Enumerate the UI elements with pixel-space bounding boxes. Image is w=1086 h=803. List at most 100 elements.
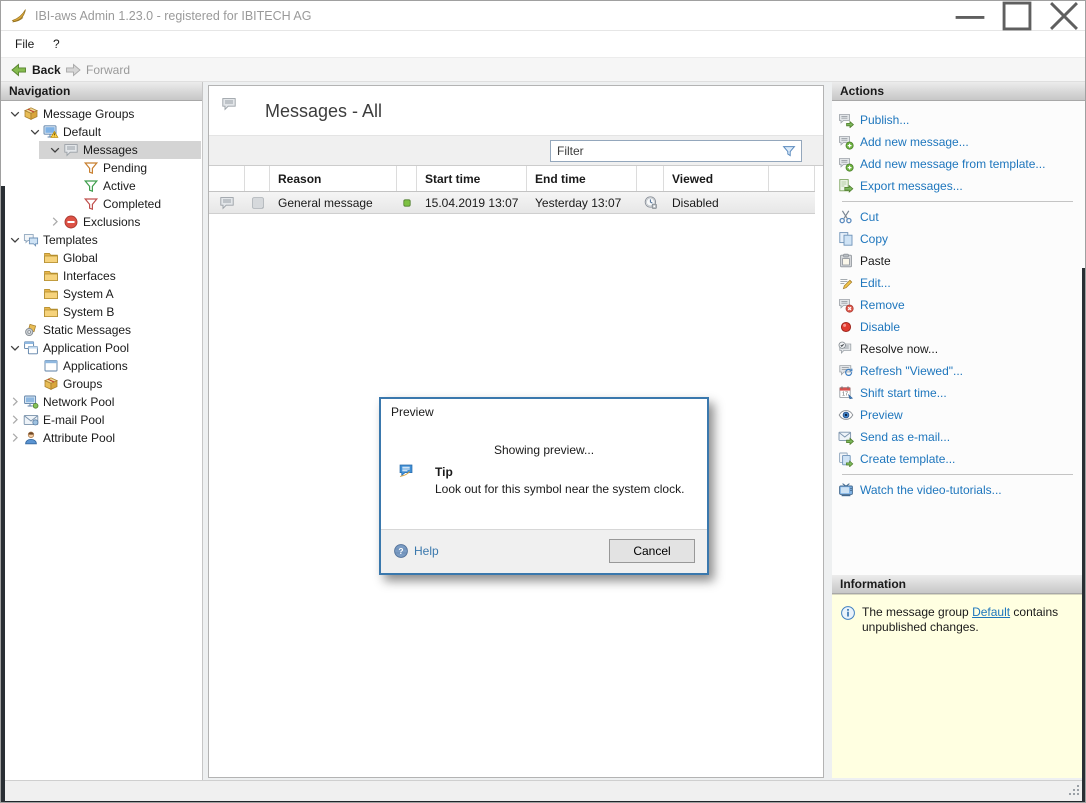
menu-file[interactable]: File (7, 31, 42, 57)
tree-item-system-b[interactable]: System B (1, 303, 201, 321)
tree-item-static-messages[interactable]: Static Messages (1, 321, 201, 339)
minus-circle-icon (63, 214, 79, 230)
tree-item-label: System A (63, 287, 114, 301)
back-button[interactable]: Back (7, 58, 65, 81)
tree-item-applications[interactable]: Applications (1, 357, 201, 375)
cancel-button[interactable]: Cancel (609, 539, 695, 563)
navigation-tree: Message Groups Default Messages (1, 105, 201, 447)
chevron-down-icon[interactable] (7, 340, 23, 356)
action-item-send-as-e-mail[interactable]: Send as e-mail... (832, 426, 1086, 448)
tree-item-network-pool[interactable]: Network Pool (1, 393, 201, 411)
tree-item-message-groups[interactable]: Message Groups (1, 105, 201, 123)
action-label: Add new message from template... (860, 157, 1045, 171)
action-item-refresh-viewed[interactable]: Refresh "Viewed"... (832, 360, 1086, 382)
help-globe-icon: ? (393, 543, 409, 559)
chevron-right-icon[interactable] (7, 394, 23, 410)
action-label: Shift start time... (860, 386, 947, 400)
table-row-general-message[interactable]: General message 15.04.2019 13:07 Yesterd… (209, 192, 815, 214)
tree-item-application-pool[interactable]: Application Pool (1, 339, 201, 357)
chevron-right-icon[interactable] (47, 214, 63, 230)
column-header-start-time[interactable]: Start time (417, 166, 527, 191)
calendar-shift-icon: 17 (838, 385, 854, 401)
tree-item-pending[interactable]: Pending (1, 159, 201, 177)
tree-item-groups[interactable]: Groups (1, 375, 201, 393)
tree-item-messages[interactable]: Messages (1, 141, 201, 159)
menu-help[interactable]: ? (45, 31, 68, 57)
help-label: Help (414, 544, 439, 558)
resize-grip-icon[interactable] (1066, 782, 1082, 798)
tree-item-attribute-pool[interactable]: Attribute Pool (1, 429, 201, 447)
action-item-paste[interactable]: Paste (832, 250, 1086, 272)
action-label: Watch the video-tutorials... (860, 483, 1002, 497)
action-item-export-messages[interactable]: Export messages... (832, 175, 1086, 197)
chevron-right-icon[interactable] (7, 412, 23, 428)
column-message-icon-spacer[interactable] (209, 166, 245, 191)
tree-item-e-mail-pool[interactable]: E-mail Pool (1, 411, 201, 429)
column-note-icon-spacer[interactable] (245, 166, 270, 191)
tree-item-templates[interactable]: Templates (1, 231, 201, 249)
folder-icon (43, 268, 59, 284)
action-label: Copy (860, 232, 888, 246)
tree-item-label: Attribute Pool (43, 431, 115, 445)
tree-item-active[interactable]: Active (1, 177, 201, 195)
win-minimize-icon[interactable] (947, 1, 993, 31)
action-item-remove[interactable]: Remove (832, 294, 1086, 316)
forward-button[interactable]: Forward (61, 58, 134, 81)
eye-preview-icon (838, 407, 854, 423)
action-item-resolve-now[interactable]: Resolve now... (832, 338, 1086, 360)
chevron-right-icon[interactable] (7, 430, 23, 446)
action-separator (832, 197, 1086, 206)
column-viewed-icon-spacer[interactable] (637, 166, 664, 191)
action-item-create-template[interactable]: Create template... (832, 448, 1086, 470)
action-item-cut[interactable]: Cut (832, 206, 1086, 228)
chevron-down-icon[interactable] (27, 124, 43, 140)
win-maximize-icon[interactable] (994, 1, 1040, 31)
action-label: Refresh "Viewed"... (860, 364, 963, 378)
tree-item-exclusions[interactable]: Exclusions (1, 213, 201, 231)
action-item-shift-start-time[interactable]: 17 Shift start time... (832, 382, 1086, 404)
tree-item-default[interactable]: Default (1, 123, 201, 141)
right-dock-edge (1082, 268, 1086, 803)
table-body: General message 15.04.2019 13:07 Yesterd… (209, 192, 815, 214)
column-status-spacer[interactable] (397, 166, 417, 191)
tree-item-global[interactable]: Global (1, 249, 201, 267)
tree-item-label: Static Messages (43, 323, 131, 337)
column-header-reason[interactable]: Reason (270, 166, 397, 191)
package-box-icon (43, 376, 59, 392)
action-item-preview[interactable]: Preview (832, 404, 1086, 426)
tree-item-interfaces[interactable]: Interfaces (1, 267, 201, 285)
tree-item-label: Templates (43, 233, 98, 247)
help-button[interactable]: ? Help (393, 543, 439, 559)
action-item-publish[interactable]: Publish... (832, 109, 1086, 131)
tree-item-label: Network Pool (43, 395, 114, 409)
title-bar: IBI-aws Admin 1.23.0 - registered for IB… (1, 1, 1085, 31)
status-bar (1, 780, 1085, 801)
column-header-viewed[interactable]: Viewed (664, 166, 769, 191)
chevron-down-icon[interactable] (7, 106, 23, 122)
action-item-copy[interactable]: Copy (832, 228, 1086, 250)
action-item-add-new-message[interactable]: Add new message... (832, 131, 1086, 153)
bubble-check-icon (838, 341, 854, 357)
default-group-link[interactable]: Default (972, 605, 1010, 619)
win-close-icon[interactable] (1041, 1, 1086, 31)
tree-item-label: Completed (103, 197, 161, 211)
action-item-watch-the-video-tutorials[interactable]: Watch the video-tutorials... (832, 479, 1086, 501)
column-header-end-time[interactable]: End time (527, 166, 637, 191)
action-label: Export messages... (860, 179, 963, 193)
tree-item-label: Interfaces (63, 269, 116, 283)
chevron-down-icon[interactable] (7, 232, 23, 248)
tree-item-label: Messages (83, 143, 138, 157)
tree-expander (27, 250, 43, 266)
filter-funnel-icon[interactable] (781, 143, 797, 159)
tree-expander (67, 196, 83, 212)
action-item-disable[interactable]: Disable (832, 316, 1086, 338)
chevron-down-icon[interactable] (47, 142, 63, 158)
filter-input[interactable] (551, 144, 781, 158)
tree-item-system-a[interactable]: System A (1, 285, 201, 303)
info-text-before: The message group (862, 605, 972, 619)
tree-expander (27, 286, 43, 302)
tree-item-completed[interactable]: Completed (1, 195, 201, 213)
action-item-edit[interactable]: Edit... (832, 272, 1086, 294)
action-item-add-new-message-from-template[interactable]: Add new message from template... (832, 153, 1086, 175)
left-dock-edge (1, 186, 5, 803)
